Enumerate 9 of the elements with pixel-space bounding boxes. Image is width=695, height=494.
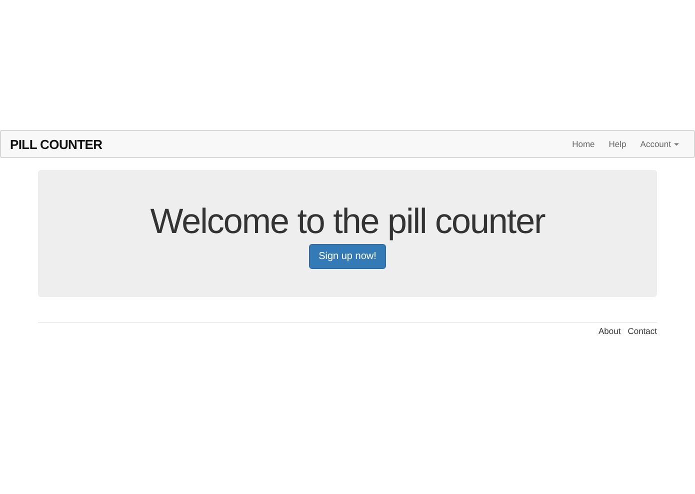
- footer-link[interactable]: About: [598, 326, 621, 336]
- nav-link[interactable]: Help: [602, 139, 634, 149]
- brand-logo[interactable]: PILL COUNTER: [10, 136, 102, 152]
- caret-icon: [674, 142, 679, 146]
- nav-link[interactable]: Home: [565, 139, 602, 149]
- hero-heading: Welcome to the pill counter: [150, 202, 545, 242]
- dropdown-link[interactable]: Account: [633, 139, 686, 149]
- footer-link[interactable]: Contact: [628, 326, 657, 336]
- signup-button[interactable]: Sign up now!: [308, 244, 386, 269]
